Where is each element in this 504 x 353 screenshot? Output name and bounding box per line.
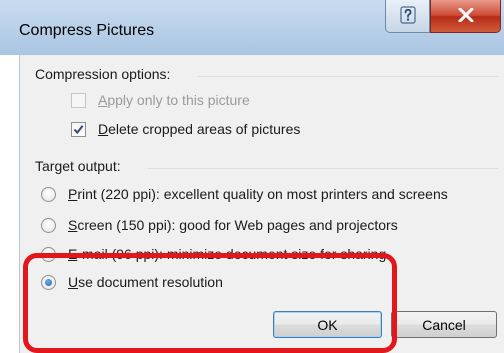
radio-email[interactable] (41, 246, 56, 262)
close-x-icon (458, 7, 474, 25)
cancel-button[interactable]: Cancel (391, 311, 497, 338)
compression-options-label: Compression options: (35, 66, 171, 82)
apply-only-label: Apply only to this picture (98, 92, 250, 108)
target-output-label: Target output: (35, 158, 121, 174)
apply-only-checkbox[interactable] (71, 92, 86, 108)
close-button[interactable] (430, 0, 501, 33)
ok-button[interactable]: OK (273, 311, 382, 338)
title-bar: Compress Pictures (0, 0, 504, 55)
radio-print[interactable] (41, 186, 56, 202)
apply-only-checkbox-row[interactable]: Apply only to this picture (71, 92, 250, 108)
radio-print-label: Print (220 ppi): excellent quality on mo… (68, 186, 448, 202)
radio-screen[interactable] (41, 217, 56, 233)
divider (198, 76, 498, 77)
divider (148, 168, 498, 169)
radio-screen-label: Screen (150 ppi): good for Web pages and… (68, 217, 398, 233)
delete-cropped-checkbox[interactable] (71, 121, 86, 137)
radio-screen-row[interactable]: Screen (150 ppi): good for Web pages and… (41, 217, 398, 233)
window-title: Compress Pictures (19, 22, 155, 39)
radio-document-resolution-label: Use document resolution (68, 274, 223, 290)
radio-document-resolution[interactable] (41, 274, 56, 290)
delete-cropped-label: Delete cropped areas of pictures (98, 121, 301, 137)
radio-email-label: E-mail (96 ppi): minimize document size … (68, 246, 387, 262)
radio-email-row[interactable]: E-mail (96 ppi): minimize document size … (41, 246, 386, 262)
dialog-body: Compression options: Apply only to this … (19, 55, 504, 353)
delete-cropped-checkbox-row[interactable]: Delete cropped areas of pictures (71, 121, 300, 137)
radio-document-resolution-row[interactable]: Use document resolution (41, 274, 223, 290)
help-button[interactable] (385, 0, 430, 33)
checkmark-icon (73, 124, 84, 134)
radio-print-row[interactable]: Print (220 ppi): excellent quality on mo… (41, 186, 448, 202)
question-mark-icon (399, 5, 416, 27)
